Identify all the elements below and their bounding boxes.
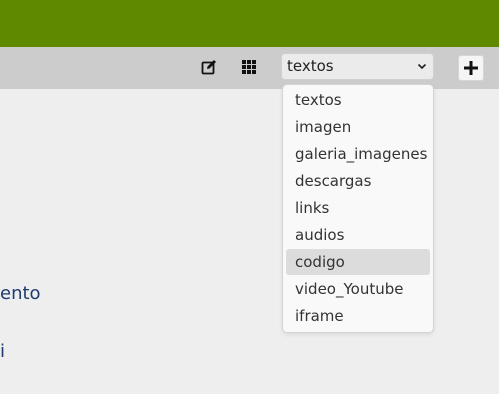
edit-icon[interactable] bbox=[201, 59, 217, 75]
add-button[interactable] bbox=[458, 55, 484, 81]
dropdown-option[interactable]: links bbox=[286, 195, 430, 221]
content-type-select[interactable]: textos bbox=[281, 53, 434, 80]
dropdown-option[interactable]: textos bbox=[286, 87, 430, 113]
grid-icon[interactable] bbox=[241, 59, 257, 75]
dropdown-option[interactable]: imagen bbox=[286, 114, 430, 140]
dropdown-option[interactable]: video_Youtube bbox=[286, 276, 430, 302]
background-link[interactable]: i bbox=[0, 341, 5, 362]
dropdown-option[interactable]: descargas bbox=[286, 168, 430, 194]
background-link[interactable]: ento bbox=[0, 283, 41, 304]
type-dropdown-menu: textos imagen galeria_imagenes descargas… bbox=[282, 84, 434, 333]
dropdown-option[interactable]: iframe bbox=[286, 303, 430, 329]
top-header-bar bbox=[0, 0, 499, 47]
dropdown-option[interactable]: galeria_imagenes bbox=[286, 141, 430, 167]
chevron-down-icon bbox=[417, 63, 427, 70]
select-value: textos bbox=[287, 57, 334, 75]
dropdown-option[interactable]: audios bbox=[286, 222, 430, 248]
plus-icon bbox=[464, 61, 478, 75]
dropdown-option-highlighted[interactable]: codigo bbox=[286, 249, 430, 275]
